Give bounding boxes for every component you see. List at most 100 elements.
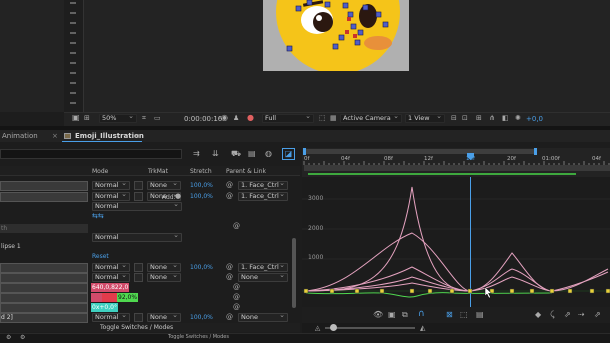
edit-keyframe-icon[interactable]: ◆ — [535, 310, 541, 320]
status-toggle-label[interactable]: Toggle Switches / Modes — [168, 333, 229, 342]
stretch-value[interactable]: 100,0% — [190, 181, 213, 190]
current-timecode[interactable]: 0:00:00:16 — [184, 114, 222, 124]
spiral-icon[interactable]: @ — [233, 282, 240, 292]
show-properties-icon[interactable]: 👁 — [373, 310, 383, 320]
parent-dropdown[interactable]: None — [238, 312, 288, 322]
property-name-field[interactable] — [0, 303, 88, 313]
tab-animation[interactable]: Animation — [2, 131, 38, 141]
position-value[interactable]: 640,0,822,0 — [91, 283, 130, 292]
zoom-dropdown[interactable]: 50% — [99, 113, 137, 123]
render-time-icon[interactable]: ⚙ — [6, 333, 11, 343]
trkmat-dropdown[interactable]: None — [147, 180, 181, 190]
layer-name-field[interactable] — [0, 273, 88, 283]
mode-dropdown[interactable]: Normal — [92, 191, 130, 201]
show-transform-box-icon[interactable]: ⧉ — [402, 310, 408, 320]
layer-name[interactable]: lipse 1 — [1, 242, 21, 251]
view-options-icon[interactable]: ⊟ — [451, 113, 457, 123]
zoom-slider-thumb[interactable] — [330, 324, 337, 331]
resolution-dropdown[interactable]: Full — [262, 113, 314, 123]
toggle-switches-button[interactable]: Toggle Switches / Modes — [100, 323, 173, 332]
tab-close-icon[interactable]: × — [52, 131, 58, 141]
snapshot-icon[interactable]: ◉ — [221, 113, 228, 123]
motion-blur-icon[interactable]: ◍ — [265, 149, 272, 159]
preserve-transparency-box[interactable] — [134, 273, 143, 282]
mode-dropdown[interactable]: Normal — [92, 312, 130, 322]
parent-dropdown[interactable]: 1. Face_Ctrl — [238, 191, 288, 201]
frame-render-icon[interactable]: ⚙ — [20, 333, 25, 343]
draft-3d-icon[interactable]: ⇊ — [212, 149, 219, 159]
preserve-transparency-box[interactable] — [134, 192, 143, 201]
work-area-start-handle[interactable] — [303, 148, 306, 155]
mode-dropdown[interactable]: Normal — [92, 232, 182, 242]
linear-keyframe-icon[interactable]: ⇗ — [564, 310, 571, 320]
hold-keyframe-icon[interactable]: ⤹ — [550, 310, 555, 320]
zoom-in-icon[interactable]: ◭ — [420, 323, 425, 333]
hide-shy-icon[interactable]: ⛟ — [231, 149, 241, 159]
stretch-value[interactable]: 100,0% — [190, 263, 213, 272]
pickwhip-icon[interactable]: @ — [226, 272, 233, 282]
parent-dropdown[interactable]: None — [238, 272, 288, 282]
link-chain-icon[interactable]: ⇆⇆ — [92, 211, 104, 221]
snap-icon[interactable]: ∩ — [418, 309, 425, 319]
column-trkmat[interactable]: TrkMat — [148, 167, 168, 176]
parent-dropdown[interactable]: 1. Face_Ctrl — [238, 180, 288, 190]
layer-name-field[interactable] — [0, 181, 88, 191]
graph-options-icon[interactable]: ▣ — [388, 310, 396, 320]
pickwhip-icon[interactable]: @ — [226, 180, 233, 190]
column-parent-link[interactable]: Parent & Link — [226, 167, 266, 176]
comp-mini-flowchart-icon[interactable]: ⇉ — [193, 149, 200, 159]
stretch-value[interactable]: 100,0% — [190, 313, 213, 322]
flowchart-icon[interactable]: ⋔ — [489, 113, 495, 123]
exposure-value[interactable]: +0,0 — [526, 114, 543, 124]
reset-link[interactable]: Reset — [92, 252, 109, 261]
roi-toggle-icon[interactable]: ⬚ — [319, 113, 326, 123]
zoom-slider[interactable] — [325, 327, 415, 329]
mode-dropdown[interactable]: Normal — [92, 180, 130, 190]
property-name-field[interactable] — [0, 293, 88, 303]
layer-scrollbar[interactable] — [292, 238, 296, 308]
mode-dropdown[interactable]: Normal — [92, 272, 130, 282]
property-name-field[interactable] — [0, 283, 88, 293]
fit-selection-icon[interactable]: ⊠ — [446, 310, 453, 320]
exposure-icon[interactable]: ✺ — [515, 113, 521, 123]
trkmat-dropdown[interactable]: None — [147, 312, 181, 322]
rotation-value[interactable]: 0x+0,0° — [91, 303, 118, 312]
timeline-icon[interactable]: ⊞ — [476, 113, 482, 123]
trkmat-dropdown[interactable]: None — [147, 272, 181, 282]
preserve-transparency-box[interactable] — [134, 263, 143, 272]
column-mode[interactable]: Mode — [92, 167, 108, 176]
column-stretch[interactable]: Stretch — [190, 167, 212, 176]
layer-name-field[interactable] — [0, 263, 88, 273]
pickwhip-icon[interactable]: @ — [226, 312, 233, 322]
fast-preview-icon[interactable]: ⊡ — [462, 113, 468, 123]
fit-all-icon[interactable]: ⬚ — [460, 310, 468, 320]
composition-canvas[interactable] — [263, 0, 409, 71]
camera-dropdown[interactable]: Active Camera — [340, 113, 402, 123]
layer-name-field[interactable] — [0, 313, 88, 323]
always-preview-icon[interactable]: ▣ — [72, 113, 80, 123]
layer-name[interactable]: d 2] — [1, 313, 13, 322]
tab-menu-icon[interactable]: ≡ — [134, 131, 140, 141]
preserve-transparency-box[interactable] — [134, 313, 143, 322]
mode-dropdown[interactable]: Normal — [92, 201, 182, 211]
spiral-icon[interactable]: @ — [233, 302, 240, 312]
layer-name-field[interactable] — [0, 192, 88, 202]
separate-dimensions-icon[interactable]: ▤ — [476, 310, 484, 320]
work-area-bar[interactable] — [304, 149, 536, 154]
graph-editor-toggle[interactable]: ◪ — [282, 148, 295, 160]
channel-icon[interactable]: ● — [247, 113, 254, 123]
search-field[interactable] — [0, 149, 182, 159]
pickwhip-icon[interactable]: @ — [226, 191, 233, 201]
graph-editor[interactable] — [302, 177, 610, 323]
pickwhip-icon[interactable]: @ — [226, 262, 233, 272]
work-area-end-handle[interactable] — [534, 148, 537, 155]
views-dropdown[interactable]: 1 View — [405, 113, 445, 123]
spiral-icon[interactable]: @ — [233, 292, 240, 302]
show-snapshot-icon[interactable]: ♟ — [233, 113, 239, 123]
scale-y-value[interactable]: 92,0% — [117, 293, 139, 302]
frame-blending-icon[interactable]: ▤ — [248, 149, 256, 159]
reset-exposure-icon[interactable]: ◧ — [502, 113, 509, 123]
zoom-out-icon[interactable]: ◬ — [315, 323, 320, 333]
preserve-transparency-box[interactable] — [134, 181, 143, 190]
roi-icon[interactable]: ⊞ — [84, 113, 90, 123]
